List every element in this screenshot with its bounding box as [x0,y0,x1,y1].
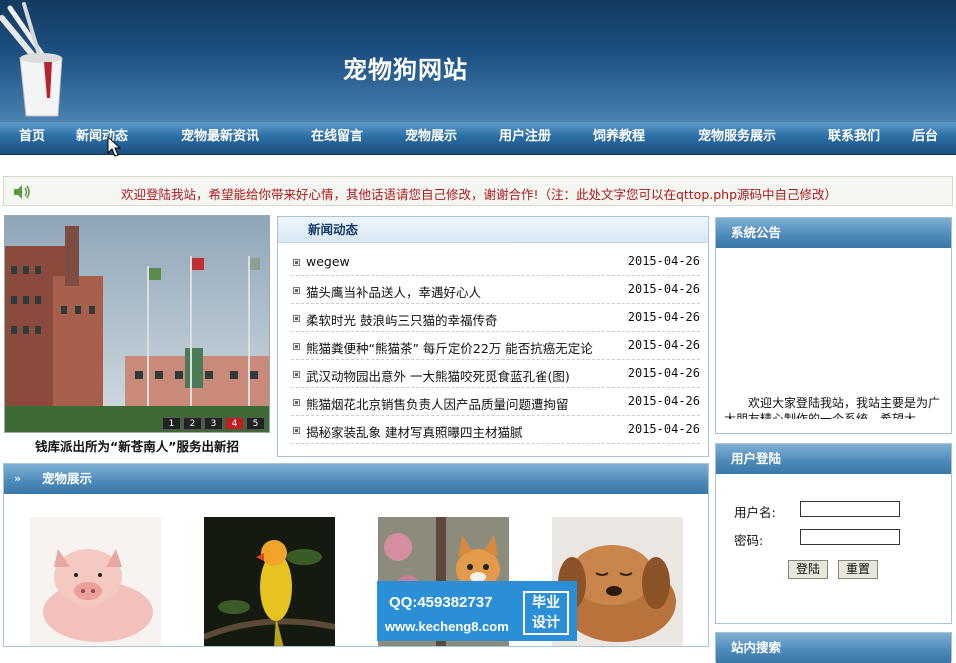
username-label: 用户名: [734,505,776,520]
slide-page-2[interactable]: 2 [183,417,202,430]
watermark-badge-line1: 毕业 [532,595,560,611]
slide-page-3[interactable]: 3 [204,417,223,430]
watermark-url: www.kecheng8.com [385,619,509,634]
nav-item-admin[interactable]: 后台 [912,122,938,155]
news-box-title: 新闻动态 [278,217,708,243]
parrot-icon [204,517,335,646]
announcement-text: 欢迎大家登陆我站，我站主要是为广大朋友精心制作的一个系统，希望大 [724,396,941,419]
news-item-date: 2015-04-26 [627,366,700,380]
news-box: 新闻动态 wegew 2015-04-26 猫头鹰当补品送人，幸遇好心人 201… [277,216,709,457]
username-input[interactable] [800,501,900,517]
main-nav: 首页 新闻动态 宠物最新资讯 在线留言 宠物展示 用户注册 饲养教程 宠物服务展… [0,122,956,155]
bullet-icon [293,259,300,266]
news-item-date: 2015-04-26 [627,422,700,436]
news-item[interactable]: 揭秘家装乱象 建材写真照曝四主材猫腻 2015-04-26 [291,416,700,444]
slide-page-4[interactable]: 4 [225,417,244,430]
news-item[interactable]: 熊猫烟花北京销售负责人因产品质量问题遭拘留 2015-04-26 [291,388,700,416]
bullet-icon [293,427,300,434]
campus-building-photo [5,216,269,432]
announcement-panel: 系统公告 欢迎大家登陆我站，我站主要是为广大朋友精心制作的一个系统，希望大 [715,217,952,434]
mouse-cursor-icon [107,136,121,157]
news-item-date: 2015-04-26 [627,310,700,324]
bullet-icon [293,399,300,406]
welcome-notice: 欢迎登陆我站，希望能给你带来好心情，其他话语请您自己修改，谢谢合作!（注：此处文… [3,176,953,206]
news-item-title[interactable]: 熊猫烟花北京销售负责人因产品质量问题遭拘留 [306,394,569,413]
watermark-qq: QQ:459382737 [389,594,493,611]
news-item[interactable]: 柔软时光 鼓浪屿三只猫的幸福传奇 2015-04-26 [291,304,700,332]
nav-item-services[interactable]: 宠物服务展示 [698,122,776,155]
search-panel: 站内搜索 [715,632,952,663]
news-item-date: 2015-04-26 [627,338,700,352]
site-title: 宠物狗网站 [343,55,468,84]
news-item-date: 2015-04-26 [627,254,700,268]
slide-page-1[interactable]: 1 [162,417,181,430]
paint-cup-logo [0,2,63,117]
slideshow-caption[interactable]: 钱库派出所为“新苍南人”服务出新招 [4,436,270,455]
nav-item-pet-show[interactable]: 宠物展示 [405,122,457,155]
pet-showcase-title: 宠物展示 [42,471,93,486]
nav-item-home[interactable]: 首页 [19,122,45,155]
login-title: 用户登陆 [716,444,951,474]
news-item-title[interactable]: wegew [306,254,350,269]
search-panel-title: 站内搜索 [716,633,951,663]
ad-watermark: QQ:459382737 www.kecheng8.com 毕业 设计 [377,581,577,641]
double-chevron-icon: » [14,472,22,485]
bullet-icon [293,371,300,378]
pet-image-parrot[interactable] [204,517,335,646]
news-item-title[interactable]: 柔软时光 鼓浪屿三只猫的幸福传奇 [306,310,497,329]
news-item-date: 2015-04-26 [627,394,700,408]
bullet-icon [293,343,300,350]
piglet-icon [30,517,161,646]
news-item-date: 2015-04-26 [627,282,700,296]
login-button[interactable]: 登陆 [788,560,828,579]
pet-showcase-header: » 宠物展示 [4,464,708,494]
nav-item-register[interactable]: 用户注册 [499,122,551,155]
password-input[interactable] [800,529,900,545]
slideshow-pager: 1 2 3 4 5 [162,417,265,430]
news-item-title[interactable]: 揭秘家装乱象 建材写真照曝四主材猫腻 [306,422,522,441]
watermark-badge-line2: 设计 [532,615,560,631]
bullet-icon [293,315,300,322]
bullet-icon [293,287,300,294]
pet-showcase: » 宠物展示 [3,463,709,647]
pet-image-piglet[interactable] [30,517,161,646]
nav-item-pet-info[interactable]: 宠物最新资讯 [181,122,259,155]
nav-item-tutorial[interactable]: 饲养教程 [593,122,645,155]
site-header: 宠物狗网站 [0,0,956,122]
password-label: 密码: [734,533,764,548]
nav-item-guestbook[interactable]: 在线留言 [311,122,363,155]
slide-page-5[interactable]: 5 [246,417,265,430]
login-panel: 用户登陆 用户名: 密码: 登陆 重置 [715,443,952,624]
watermark-badge: 毕业 设计 [523,591,569,635]
news-item-title[interactable]: 熊猫粪便种“熊猫茶” 每斤定价22万 能否抗癌无定论 [306,338,593,357]
reset-button[interactable]: 重置 [838,560,878,579]
news-item[interactable]: 猫头鹰当补品送人，幸遇好心人 2015-04-26 [291,276,700,304]
news-slideshow[interactable]: 1 2 3 4 5 [4,215,270,433]
nav-item-contact[interactable]: 联系我们 [828,122,880,155]
announcement-title: 系统公告 [716,218,951,248]
notice-text: 欢迎登陆我站，希望能给你带来好心情，其他话语请您自己修改，谢谢合作!（注：此处文… [120,187,838,202]
news-item[interactable]: 熊猫粪便种“熊猫茶” 每斤定价22万 能否抗癌无定论 2015-04-26 [291,332,700,360]
news-item-title[interactable]: 武汉动物园出意外 一大熊猫咬死觅食蓝孔雀(图) [306,366,570,385]
news-item[interactable]: 武汉动物园出意外 一大熊猫咬死觅食蓝孔雀(图) 2015-04-26 [291,360,700,388]
news-item-title[interactable]: 猫头鹰当补品送人，幸遇好心人 [306,282,481,301]
news-item[interactable]: wegew 2015-04-26 [291,248,700,276]
